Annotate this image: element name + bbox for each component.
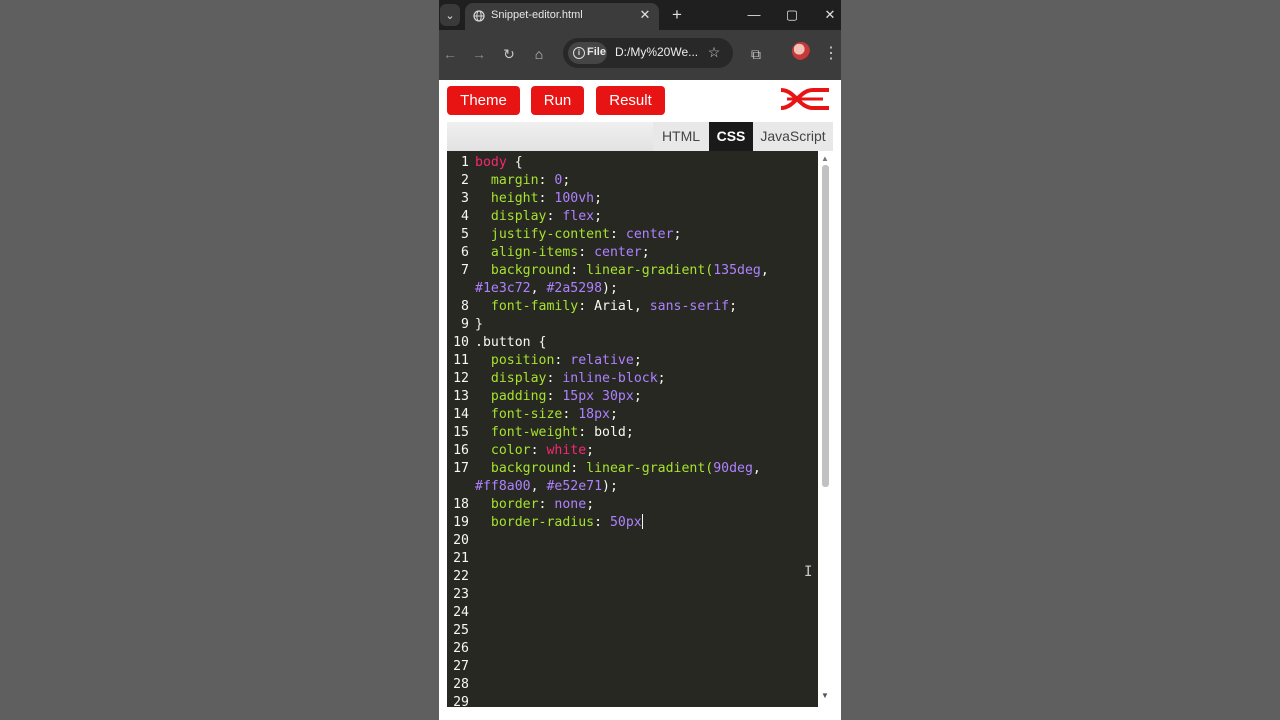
ibeam-cursor-icon: I: [804, 564, 813, 580]
tab-html[interactable]: HTML: [653, 122, 709, 151]
extensions-icon[interactable]: ⧉: [745, 43, 767, 65]
browser-toolbar: ← → ↻ ⌂ i File D:/My%20We... ☆ ⧉ ⋮: [439, 30, 841, 80]
scroll-up-icon[interactable]: ▲: [821, 154, 829, 163]
run-button[interactable]: Run: [531, 86, 584, 115]
home-icon[interactable]: ⌂: [528, 43, 550, 65]
tab-strip: ⌄ Snippet-editor.html ✕ + — ▢ ✕: [439, 0, 841, 30]
browser-window: ⌄ Snippet-editor.html ✕ + — ▢ ✕ ← → ↻ ⌂ …: [439, 0, 841, 720]
scrollbar-thumb[interactable]: [822, 165, 829, 487]
profile-avatar[interactable]: [792, 42, 810, 60]
menu-icon[interactable]: ⋮: [823, 43, 839, 65]
forward-icon[interactable]: →: [468, 43, 490, 65]
site-info-label: File: [587, 46, 606, 58]
globe-icon: [473, 10, 485, 22]
back-icon[interactable]: ←: [439, 43, 461, 65]
theme-button[interactable]: Theme: [447, 86, 520, 115]
site-info-chip[interactable]: i File: [568, 42, 607, 64]
address-bar[interactable]: i File D:/My%20We... ☆: [563, 38, 733, 68]
result-button[interactable]: Result: [596, 86, 665, 115]
close-icon[interactable]: ✕: [637, 7, 653, 23]
page-content: Theme Run Result HTML CSS JavaScript 123…: [439, 80, 841, 720]
tab-title: Snippet-editor.html: [491, 9, 583, 21]
text-cursor: [641, 514, 643, 529]
editor-scrollbar[interactable]: ▲ ▼: [818, 151, 833, 707]
minimize-icon[interactable]: —: [744, 6, 764, 24]
logo: [780, 88, 829, 110]
tab-javascript[interactable]: JavaScript: [753, 122, 833, 151]
scroll-down-icon[interactable]: ▼: [821, 691, 829, 700]
reload-icon[interactable]: ↻: [498, 43, 520, 65]
code-editor[interactable]: 1 2 3 4 5 6 7 8 9 10 11 12 13 14 15 16 17 18 19 20 21 22 23 24 2…: [447, 151, 818, 707]
star-icon[interactable]: ☆: [705, 43, 723, 61]
browser-tab[interactable]: Snippet-editor.html ✕: [465, 3, 659, 30]
url-text[interactable]: D:/My%20We...: [615, 45, 698, 59]
maximize-icon[interactable]: ▢: [782, 6, 802, 24]
tab-css[interactable]: CSS: [709, 122, 753, 151]
info-icon: i: [573, 47, 585, 59]
new-tab-icon[interactable]: +: [667, 4, 687, 26]
window-close-icon[interactable]: ✕: [820, 6, 840, 24]
tab-search-icon[interactable]: ⌄: [440, 4, 460, 26]
language-tabs: HTML CSS JavaScript: [447, 122, 833, 151]
